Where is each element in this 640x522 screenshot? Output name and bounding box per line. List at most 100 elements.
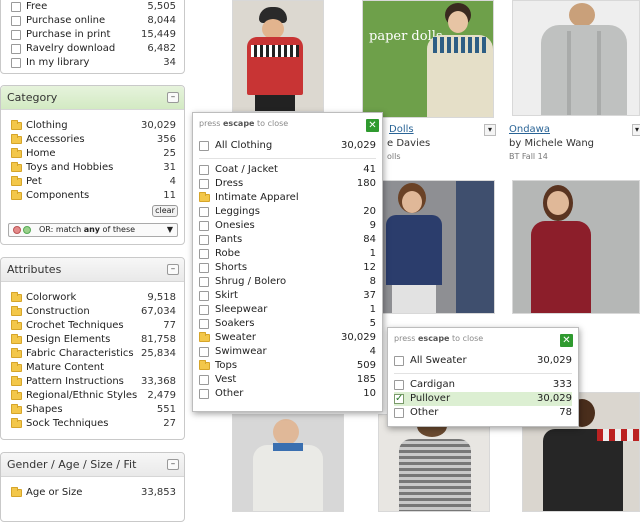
attributes-header[interactable]: Attributes – <box>1 258 184 282</box>
option-coat-jacket[interactable]: Coat / Jacket 41 <box>199 163 376 177</box>
option-other[interactable]: Other 10 <box>199 387 376 401</box>
attribute-item[interactable]: Design Elements 81,758 <box>11 333 176 347</box>
attribute-item[interactable]: Pattern Instructions 33,368 <box>11 375 176 389</box>
collapse-button[interactable]: – <box>167 92 179 103</box>
folder-icon <box>11 404 22 414</box>
option-all-sweater[interactable]: All Sweater 30,029 <box>394 354 572 368</box>
attribute-item[interactable]: Sock Techniques 27 <box>11 417 176 431</box>
match-mode-select[interactable]: OR: match any of these ▼ <box>8 223 178 237</box>
attribute-item[interactable]: Regional/Ethnic Styles 2,479 <box>11 389 176 403</box>
pattern-photo[interactable] <box>378 414 490 512</box>
option-sleepwear[interactable]: Sleepwear 1 <box>199 303 376 317</box>
pattern-photo[interactable] <box>232 414 344 512</box>
checkbox[interactable] <box>11 2 21 12</box>
clear-button[interactable]: clear <box>152 205 178 217</box>
gender-item-age-or-size[interactable]: Age or Size 33,853 <box>11 486 176 500</box>
category-label: Components <box>26 190 90 201</box>
checkbox[interactable] <box>199 305 209 315</box>
option-all-clothing[interactable]: All Clothing 30,029 <box>199 139 376 153</box>
filter-purchase-in-print[interactable]: Purchase in print 15,449 <box>11 28 176 42</box>
option-dress[interactable]: Dress 180 <box>199 177 376 191</box>
checkbox[interactable] <box>11 30 21 40</box>
option-pullover[interactable]: Pullover 30,029 <box>394 392 572 406</box>
option-other[interactable]: Other 78 <box>394 406 572 420</box>
checkbox[interactable] <box>394 408 404 418</box>
option-soakers[interactable]: Soakers 5 <box>199 317 376 331</box>
filter-free[interactable]: Free 5,505 <box>11 0 176 14</box>
card-menu-button[interactable]: ▾ <box>632 124 640 136</box>
gender-header[interactable]: Gender / Age / Size / Fit – <box>1 453 184 477</box>
pattern-name-link[interactable]: Dolls <box>389 124 414 135</box>
option-leggings[interactable]: Leggings 20 <box>199 205 376 219</box>
checkbox[interactable] <box>199 375 209 385</box>
filter-ravelry-download[interactable]: Ravelry download 6,482 <box>11 42 176 56</box>
attribute-item[interactable]: Fabric Characteristics 25,834 <box>11 347 176 361</box>
collapse-button[interactable]: – <box>167 459 179 470</box>
option-sweater[interactable]: Sweater 30,029 <box>199 331 376 345</box>
pattern-photo[interactable] <box>512 0 640 116</box>
category-item-home[interactable]: Home 25 <box>11 147 176 161</box>
checkbox[interactable] <box>11 44 21 54</box>
option-pants[interactable]: Pants 84 <box>199 233 376 247</box>
red-circle-icon <box>13 226 21 234</box>
category-count: 4 <box>169 176 176 187</box>
checkbox[interactable] <box>199 347 209 357</box>
checkbox[interactable] <box>199 141 209 151</box>
attribute-label: Mature Content <box>26 362 105 373</box>
checkbox[interactable] <box>199 165 209 175</box>
checkbox[interactable] <box>199 249 209 259</box>
option-robe[interactable]: Robe 1 <box>199 247 376 261</box>
checkbox[interactable] <box>199 221 209 231</box>
checkbox[interactable] <box>394 380 404 390</box>
filter-purchase-online[interactable]: Purchase online 8,044 <box>11 14 176 28</box>
attribute-item[interactable]: Colorwork 9,518 <box>11 291 176 305</box>
checkbox[interactable] <box>11 58 21 68</box>
option-shrug-bolero[interactable]: Shrug / Bolero 8 <box>199 275 376 289</box>
pattern-photo[interactable]: paper dolls <box>362 0 494 118</box>
checkbox[interactable] <box>199 235 209 245</box>
checkbox[interactable] <box>199 389 209 399</box>
category-item-clothing[interactable]: Clothing 30,029 <box>11 119 176 133</box>
option-cardigan[interactable]: Cardigan 333 <box>394 378 572 392</box>
attribute-item[interactable]: Mature Content <box>11 361 176 375</box>
attribute-item[interactable]: Crochet Techniques 77 <box>11 319 176 333</box>
close-button[interactable]: ✕ <box>560 334 573 347</box>
option-intimate-apparel[interactable]: Intimate Apparel <box>199 191 376 205</box>
checked-checkbox-icon[interactable] <box>394 392 404 406</box>
pattern-name-link[interactable]: Ondawa <box>509 124 550 135</box>
option-swimwear[interactable]: Swimwear 4 <box>199 345 376 359</box>
close-button[interactable]: ✕ <box>366 119 379 132</box>
category-item-accessories[interactable]: Accessories 356 <box>11 133 176 147</box>
checkbox[interactable] <box>394 356 404 366</box>
category-item-toys-and-hobbies[interactable]: Toys and Hobbies 31 <box>11 161 176 175</box>
checkbox[interactable] <box>199 179 209 189</box>
option-skirt[interactable]: Skirt 37 <box>199 289 376 303</box>
checkbox[interactable] <box>199 277 209 287</box>
category-label: Pet <box>26 176 42 187</box>
attribute-item[interactable]: Shapes 551 <box>11 403 176 417</box>
checkbox[interactable] <box>199 207 209 217</box>
folder-icon <box>11 292 22 302</box>
option-vest[interactable]: Vest 185 <box>199 373 376 387</box>
checkbox[interactable] <box>11 16 21 26</box>
category-item-pet[interactable]: Pet 4 <box>11 175 176 189</box>
category-header[interactable]: Category – <box>1 86 184 110</box>
option-onesies[interactable]: Onesies 9 <box>199 219 376 233</box>
attribute-item[interactable]: Construction 67,034 <box>11 305 176 319</box>
checkbox[interactable] <box>199 319 209 329</box>
card-menu-button[interactable]: ▾ <box>484 124 496 136</box>
option-shorts[interactable]: Shorts 12 <box>199 261 376 275</box>
checkbox[interactable] <box>199 263 209 273</box>
filter-in-my-library[interactable]: In my library 34 <box>11 56 176 70</box>
checkbox[interactable] <box>199 291 209 301</box>
category-item-components[interactable]: Components 11 <box>11 189 176 203</box>
gender-count: 33,853 <box>141 487 176 498</box>
pattern-photo[interactable] <box>373 180 495 314</box>
pattern-photo[interactable] <box>232 0 324 112</box>
folder-icon <box>11 306 22 316</box>
pattern-photo[interactable] <box>512 180 640 314</box>
option-tops[interactable]: Tops 509 <box>199 359 376 373</box>
option-count: 185 <box>356 374 376 385</box>
option-label: Intimate Apparel <box>215 192 299 203</box>
collapse-button[interactable]: – <box>167 264 179 275</box>
